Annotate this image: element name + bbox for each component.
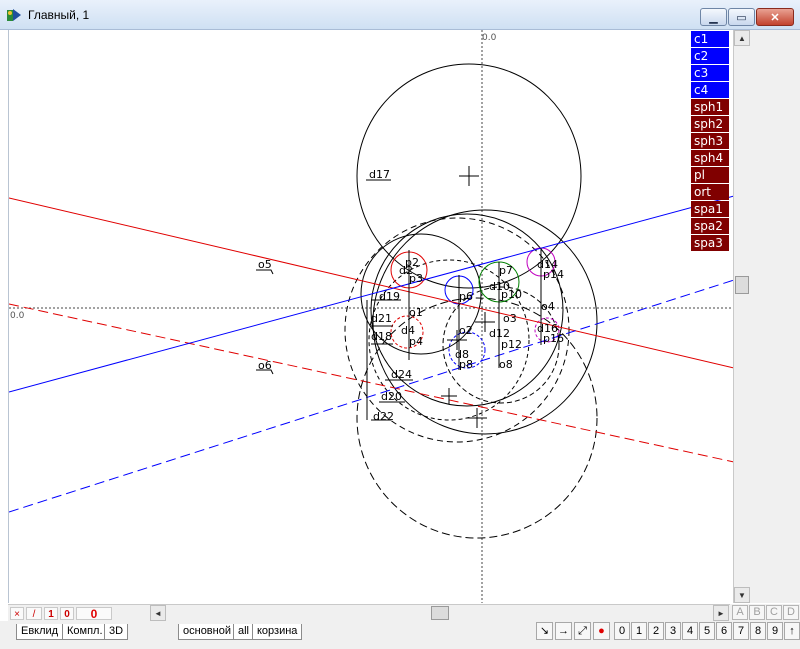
tab-korzina[interactable]: корзина [252, 624, 303, 640]
object-c1[interactable]: c1 [691, 31, 729, 47]
label-d22: d22 [373, 410, 394, 423]
tool-record-icon[interactable]: ● [593, 622, 610, 640]
x-axis-label: 0.0 [10, 311, 25, 321]
label-o2: o2 [459, 324, 473, 337]
label-d10: d10 [489, 280, 510, 293]
object-spa1[interactable]: spa1 [691, 201, 729, 217]
y-axis-label: 0.0 [482, 33, 497, 43]
number-button-4[interactable]: 4 [682, 622, 698, 640]
number-button-0[interactable]: 0 [614, 622, 630, 640]
label-p3: p3 [409, 272, 423, 285]
label-o3: o3 [503, 312, 517, 325]
button-d[interactable]: D [783, 605, 799, 620]
horizontal-scrollbar[interactable]: ◄ ► [150, 604, 730, 621]
status-indicators: × / 1 0 0 [8, 604, 150, 621]
scroll-right-arrow-icon[interactable]: ► [713, 605, 729, 621]
tool-arrow-icon[interactable]: → [555, 622, 572, 640]
button-a[interactable]: A [732, 605, 748, 620]
object-labels: d17 d2 p2 p3 d19 o5 d21 o1 d18 d4 p4 o6 … [258, 168, 564, 423]
label-o1: o1 [409, 306, 423, 319]
label-p12: p12 [501, 338, 522, 351]
close-button[interactable]: ✕ [756, 8, 794, 26]
object-c3[interactable]: c3 [691, 65, 729, 81]
drawing-canvas[interactable]: 0.0 0.0 d17 d2 p2 p3 d19 o5 d21 o1 d18 d… [8, 30, 734, 603]
line-blue-solid [9, 195, 734, 393]
label-d24: d24 [391, 368, 412, 381]
minimize-button[interactable]: ▁ [700, 8, 727, 26]
label-d20: d20 [381, 390, 402, 403]
object-pl[interactable]: pl [691, 167, 729, 183]
label-p8: p8 [459, 358, 473, 371]
status-zero-big: 0 [76, 607, 112, 621]
tab-3d[interactable]: 3D [104, 624, 129, 640]
number-button-5[interactable]: 5 [699, 622, 715, 640]
object-sph1[interactable]: sph1 [691, 99, 729, 115]
label-o6: o6 [258, 359, 272, 372]
object-sph2[interactable]: sph2 [691, 116, 729, 132]
button-c[interactable]: C [766, 605, 782, 620]
horizontal-scroll-thumb[interactable] [431, 606, 449, 620]
scroll-down-arrow-icon[interactable]: ▼ [734, 587, 750, 603]
scroll-left-arrow-icon[interactable]: ◄ [150, 605, 166, 621]
number-button-6[interactable]: 6 [716, 622, 732, 640]
object-ort[interactable]: ort [691, 184, 729, 200]
object-sph4[interactable]: sph4 [691, 150, 729, 166]
number-button-1[interactable]: 1 [631, 622, 647, 640]
object-spa3[interactable]: spa3 [691, 235, 729, 251]
vertical-scroll-thumb[interactable] [735, 276, 749, 294]
object-spa2[interactable]: spa2 [691, 218, 729, 234]
label-d21: d21 [371, 312, 392, 325]
app-icon [7, 9, 21, 21]
status-slash[interactable]: / [26, 607, 42, 620]
label-d18: d18 [371, 330, 392, 343]
object-c4[interactable]: c4 [691, 82, 729, 98]
number-button-2[interactable]: 2 [648, 622, 664, 640]
object-list: c1 c2 c3 c4 sph1 sph2 sph3 sph4 pl ort s… [691, 31, 729, 252]
right-panel [750, 30, 800, 603]
label-o5: o5 [258, 258, 272, 271]
status-cross[interactable]: × [10, 607, 24, 620]
label-d17: d17 [369, 168, 390, 181]
abcd-buttons: A B C D [730, 604, 800, 621]
label-o4: o4 [541, 300, 555, 313]
bottom-toolbar: Евклид Компл. 3D основной all корзина ↘ … [0, 621, 800, 649]
title-bar[interactable]: Главный, 1 ▁ ▭ ✕ [0, 0, 800, 30]
label-p7: p7 [499, 264, 513, 277]
vertical-scrollbar[interactable]: ▲ ▼ [733, 30, 750, 603]
window-title: Главный, 1 [28, 8, 90, 22]
status-one[interactable]: 1 [44, 607, 58, 620]
geometry-drawing[interactable]: 0.0 0.0 d17 d2 p2 p3 d19 o5 d21 o1 d18 d… [9, 30, 734, 603]
tab-osnovnoy[interactable]: основной [178, 624, 236, 640]
label-p16: p16 [543, 332, 564, 345]
object-sph3[interactable]: sph3 [691, 133, 729, 149]
label-p2: p2 [405, 256, 419, 269]
label-d19: d19 [379, 290, 400, 303]
tab-evklid[interactable]: Евклид [16, 624, 64, 640]
up-arrow-icon[interactable]: ↑ [784, 622, 800, 640]
tab-all[interactable]: all [233, 624, 255, 640]
scroll-up-arrow-icon[interactable]: ▲ [734, 30, 750, 46]
label-p14: p14 [543, 268, 564, 281]
tool-pointer-icon[interactable]: ↘ [536, 622, 553, 640]
label-p4: p4 [409, 335, 423, 348]
status-zero-small[interactable]: 0 [60, 607, 74, 620]
tab-kompl[interactable]: Компл. [62, 624, 108, 640]
label-p6: p6 [459, 290, 473, 303]
object-c2[interactable]: c2 [691, 48, 729, 64]
tool-resize-icon[interactable]: ⤢ [574, 622, 591, 640]
number-button-3[interactable]: 3 [665, 622, 681, 640]
button-b[interactable]: B [749, 605, 765, 620]
number-button-8[interactable]: 8 [750, 622, 766, 640]
number-button-7[interactable]: 7 [733, 622, 749, 640]
number-button-9[interactable]: 9 [767, 622, 783, 640]
label-o8: o8 [499, 358, 513, 371]
maximize-button[interactable]: ▭ [728, 8, 755, 26]
